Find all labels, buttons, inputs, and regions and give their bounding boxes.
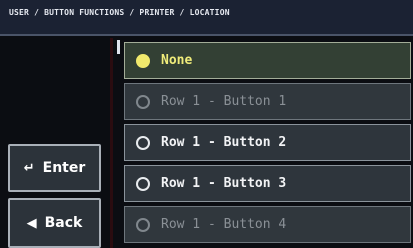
enter-button[interactable]: ↵ Enter — [8, 144, 101, 192]
option-label: Row 1 - Button 3 — [161, 176, 287, 191]
enter-icon: ↵ — [23, 160, 35, 176]
radio-icon — [136, 53, 150, 68]
option-none[interactable]: None — [124, 42, 411, 79]
enter-label: Enter — [42, 160, 86, 176]
option-label: None — [161, 53, 193, 68]
back-arrow-icon: ◀ — [26, 215, 37, 231]
option-label: Row 1 - Button 4 — [161, 217, 287, 232]
back-button[interactable]: ◀ Back — [8, 198, 101, 248]
location-options-list: None Row 1 - Button 1 Row 1 - Button 2 R… — [124, 40, 413, 248]
option-row1-button2[interactable]: Row 1 - Button 2 — [124, 124, 411, 161]
option-label: Row 1 - Button 2 — [161, 135, 287, 150]
option-row1-button3[interactable]: Row 1 - Button 3 — [124, 165, 411, 202]
breadcrumb: USER / BUTTON FUNCTIONS / PRINTER / LOCA… — [9, 8, 230, 17]
option-label: Row 1 - Button 1 — [161, 94, 287, 109]
header-bar: USER / BUTTON FUNCTIONS / PRINTER / LOCA… — [0, 0, 413, 36]
radio-icon — [136, 217, 150, 232]
back-label: Back — [44, 215, 83, 231]
radio-icon — [136, 94, 150, 109]
radio-icon — [136, 135, 150, 150]
scroll-indicator[interactable] — [117, 40, 120, 54]
radio-icon — [136, 176, 150, 191]
option-row1-button4[interactable]: Row 1 - Button 4 — [124, 206, 411, 243]
option-row1-button1[interactable]: Row 1 - Button 1 — [124, 83, 411, 120]
side-divider — [110, 38, 113, 248]
